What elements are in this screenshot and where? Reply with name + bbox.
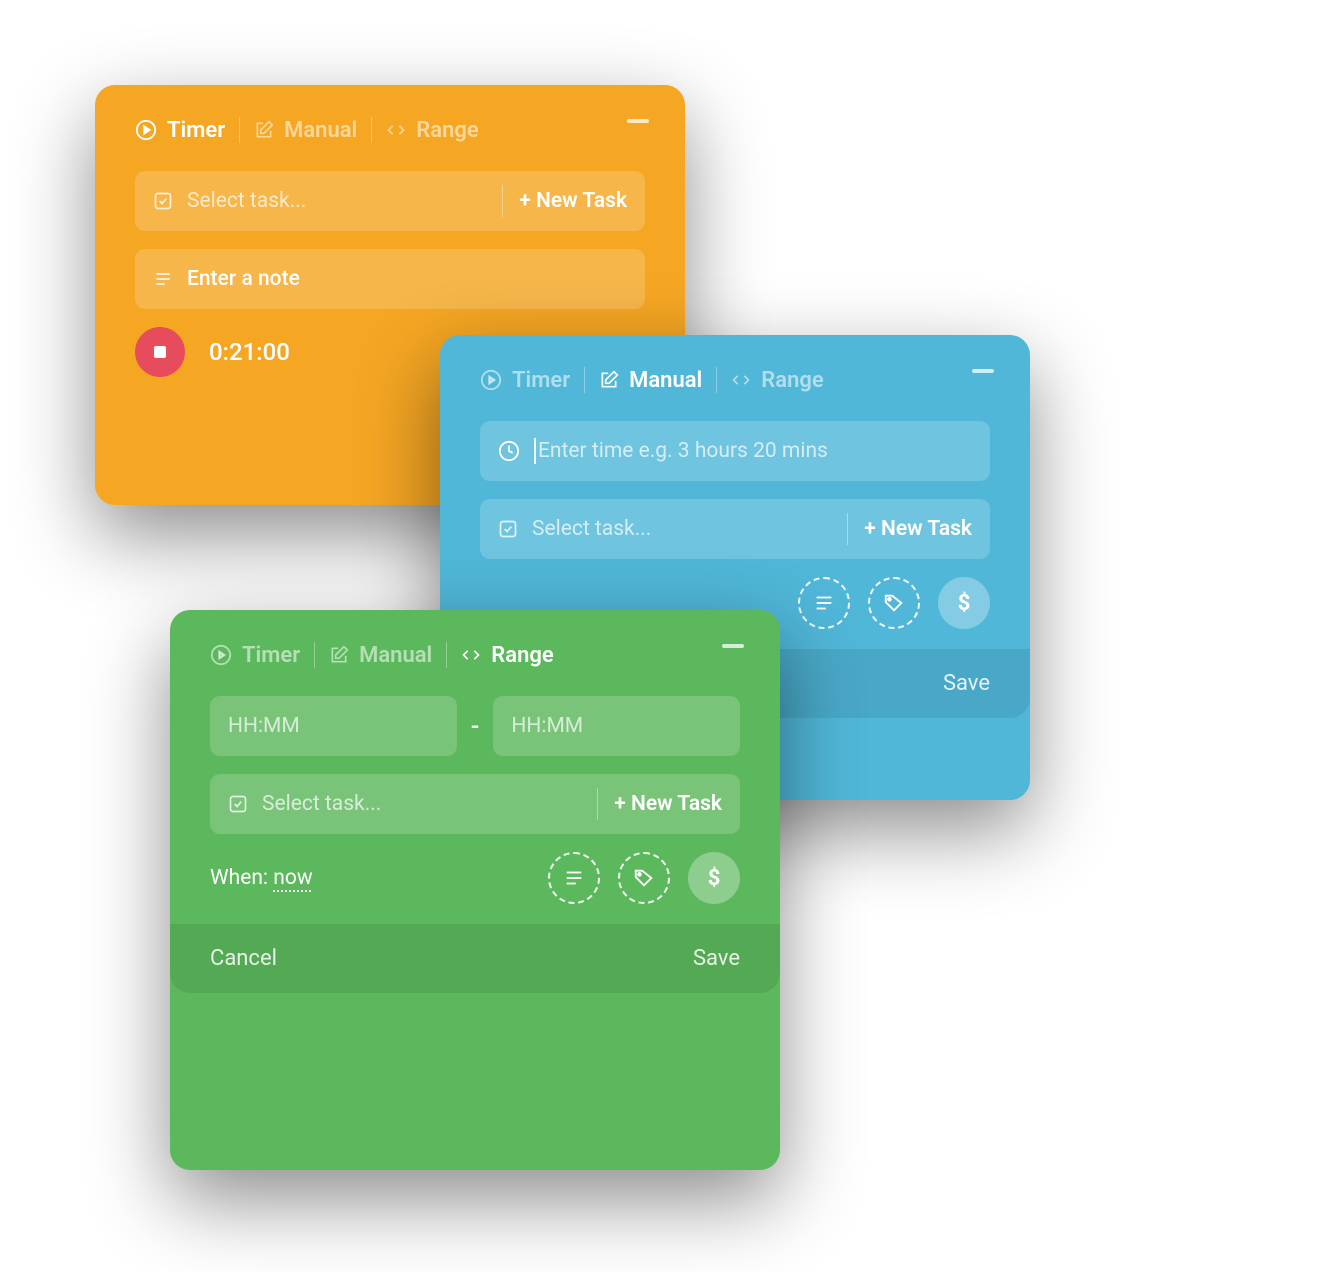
tabs: Timer Manual Range [135, 117, 645, 143]
tab-timer-label: Timer [167, 118, 225, 143]
tag-button[interactable] [868, 577, 920, 629]
tab-separator [584, 367, 585, 393]
select-task-field[interactable]: Select task... + New Task [135, 171, 645, 231]
billable-button[interactable]: $ [688, 852, 740, 904]
cancel-button[interactable]: Cancel [210, 946, 277, 971]
tab-separator [716, 367, 717, 393]
minimize-button[interactable] [722, 644, 744, 648]
check-square-icon [498, 519, 518, 539]
tab-timer[interactable]: Timer [480, 368, 570, 393]
select-task-placeholder: Select task... [532, 517, 831, 541]
tab-timer-label: Timer [512, 368, 570, 393]
tab-separator [371, 117, 372, 143]
note-lines-icon [153, 269, 173, 289]
select-task-placeholder: Select task... [262, 792, 581, 816]
tab-range[interactable]: Range [731, 368, 823, 393]
tab-range[interactable]: Range [386, 118, 478, 143]
elapsed-time: 0:21:00 [209, 338, 290, 366]
stop-icon [154, 346, 166, 358]
when-value[interactable]: now [273, 866, 312, 890]
tab-manual-label: Manual [629, 368, 702, 393]
save-button[interactable]: Save [693, 946, 740, 971]
options-row: When: now $ [210, 852, 740, 904]
minimize-button[interactable] [972, 369, 994, 373]
new-task-button[interactable]: + New Task [864, 517, 972, 541]
range-arrows-icon [461, 645, 481, 665]
tab-separator [446, 642, 447, 668]
note-button[interactable] [798, 577, 850, 629]
tabs: Timer Manual Range [480, 367, 990, 393]
check-square-icon [228, 794, 248, 814]
dollar-icon: $ [958, 591, 971, 616]
field-separator [597, 788, 598, 820]
tabs: Timer Manual Range [210, 642, 740, 668]
range-arrows-icon [731, 370, 751, 390]
tab-timer-label: Timer [242, 643, 300, 668]
range-arrows-icon [386, 120, 406, 140]
icon-buttons: $ [548, 852, 740, 904]
play-circle-icon [210, 644, 232, 666]
when-label-group: When: now [210, 866, 313, 890]
field-separator [847, 513, 848, 545]
select-task-placeholder: Select task... [187, 189, 486, 213]
tab-manual[interactable]: Manual [599, 368, 702, 393]
text-cursor [534, 438, 536, 464]
tab-manual-label: Manual [359, 643, 432, 668]
start-time-placeholder: HH:MM [228, 714, 300, 738]
clock-icon [498, 440, 520, 462]
tab-range-label: Range [416, 118, 478, 143]
time-input-placeholder: Enter time e.g. 3 hours 20 mins [538, 439, 972, 463]
tab-manual[interactable]: Manual [254, 118, 357, 143]
save-button[interactable]: Save [943, 671, 990, 696]
end-time-placeholder: HH:MM [511, 714, 583, 738]
tab-separator [239, 117, 240, 143]
tab-timer[interactable]: Timer [135, 118, 225, 143]
play-circle-icon [135, 119, 157, 141]
note-field[interactable]: Enter a note [135, 249, 645, 309]
time-input-field[interactable]: Enter time e.g. 3 hours 20 mins [480, 421, 990, 481]
tab-separator [314, 642, 315, 668]
edit-icon [254, 120, 274, 140]
tag-button[interactable] [618, 852, 670, 904]
stop-button[interactable] [135, 327, 185, 377]
time-range-row: HH:MM - HH:MM [210, 696, 740, 756]
new-task-button[interactable]: + New Task [519, 189, 627, 213]
tab-range-label: Range [761, 368, 823, 393]
end-time-input[interactable]: HH:MM [493, 696, 740, 756]
when-label: When: [210, 866, 268, 890]
play-circle-icon [480, 369, 502, 391]
select-task-field[interactable]: Select task... + New Task [480, 499, 990, 559]
edit-icon [599, 370, 619, 390]
minimize-button[interactable] [627, 119, 649, 123]
tab-timer[interactable]: Timer [210, 643, 300, 668]
start-time-input[interactable]: HH:MM [210, 696, 457, 756]
field-separator [502, 185, 503, 217]
new-task-button[interactable]: + New Task [614, 792, 722, 816]
dollar-icon: $ [708, 866, 721, 891]
note-button[interactable] [548, 852, 600, 904]
tab-manual-label: Manual [284, 118, 357, 143]
tab-range[interactable]: Range [461, 643, 553, 668]
billable-button[interactable]: $ [938, 577, 990, 629]
edit-icon [329, 645, 349, 665]
range-card: Timer Manual Range HH:MM - HH:MM [170, 610, 780, 1170]
card-footer: Cancel Save [170, 924, 780, 993]
range-dash: - [471, 712, 480, 740]
tab-manual[interactable]: Manual [329, 643, 432, 668]
check-square-icon [153, 191, 173, 211]
tab-range-label: Range [491, 643, 553, 668]
icon-buttons: $ [798, 577, 990, 629]
select-task-field[interactable]: Select task... + New Task [210, 774, 740, 834]
note-placeholder: Enter a note [187, 267, 627, 291]
